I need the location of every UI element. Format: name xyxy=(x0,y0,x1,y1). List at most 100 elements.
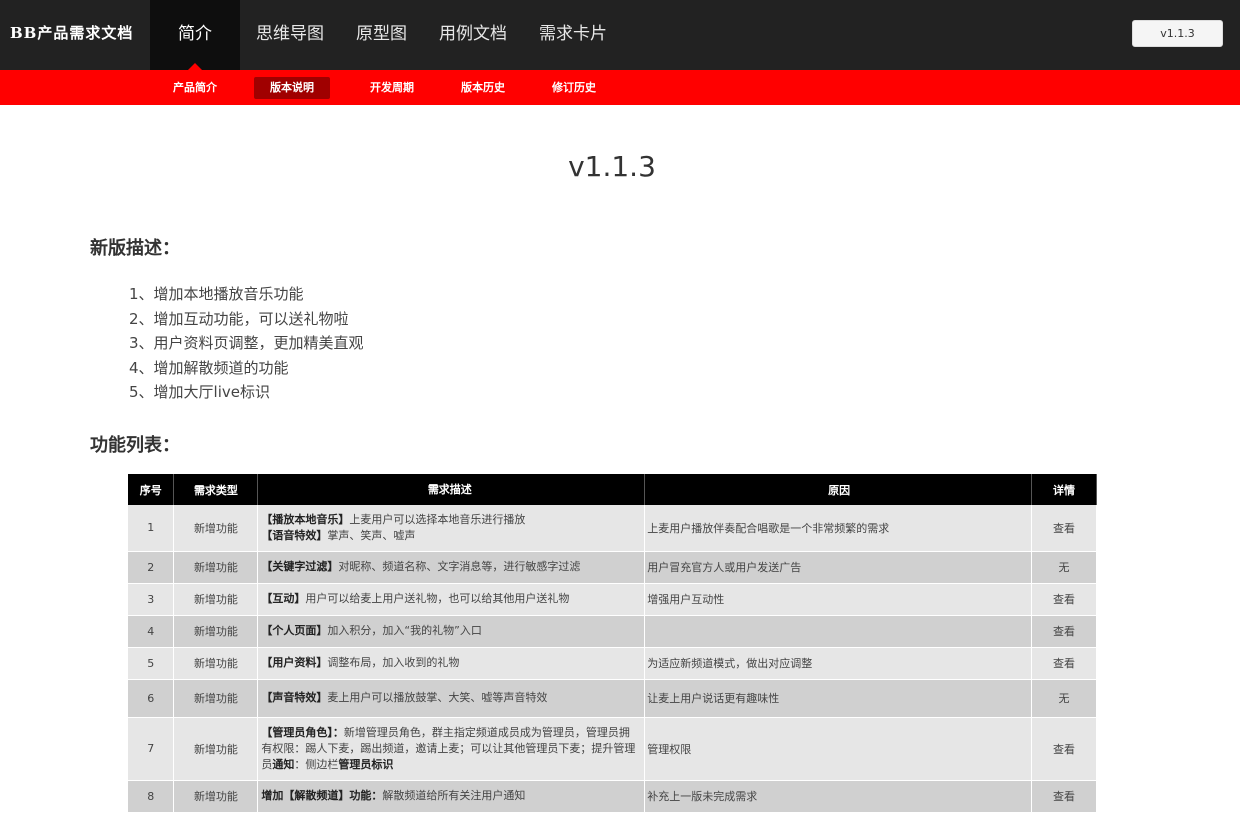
page-title: v1.1.3 xyxy=(568,150,656,183)
cell-detail-link[interactable]: 查看 xyxy=(1031,615,1097,648)
description-tag: 【声音特效】 xyxy=(261,691,328,704)
brand-logo[interactable]: BB产品需求文档 xyxy=(10,0,133,70)
sub-nav: 产品简介 版本说明 开发周期 版本历史 修订历史 xyxy=(163,77,633,99)
column-header: 需求类型 xyxy=(173,474,259,505)
cell-type: 新增功能 xyxy=(173,505,259,552)
cell-reason xyxy=(644,615,1032,648)
description-text: 解散频道给所有关注用户通知 xyxy=(382,789,526,802)
cell-detail-link[interactable]: 查看 xyxy=(1031,583,1097,616)
list-item: 1、增加本地播放音乐功能 xyxy=(129,285,304,303)
cell-index: 4 xyxy=(128,615,175,648)
cell-detail-link[interactable]: 查看 xyxy=(1031,717,1097,781)
cell-description: 【声音特效】麦上用户可以播放鼓掌、大笑、嘘等声音特效 xyxy=(257,679,646,718)
table-row: 3 新增功能 【互动】用户可以给麦上用户送礼物，也可以给其他用户送礼物 增强用户互动性… xyxy=(128,583,1097,616)
cell-reason: 增强用户互动性 xyxy=(644,583,1032,616)
cell-reason: 管理权限 xyxy=(644,717,1032,781)
table-row: 7 新增功能 【管理员角色】：新增管理员角色，群主指定频道成员成为管理员，管理员拥有… xyxy=(128,717,1097,781)
nav-item-3[interactable]: 用例文档 xyxy=(423,0,523,70)
list-item: 3、用户资料页调整，更加精美直观 xyxy=(129,334,364,352)
cell-description: 增加【解散频道】功能：解散频道给所有关注用户通知 xyxy=(257,780,646,813)
cell-reason: 让麦上用户说话更有趣味性 xyxy=(644,679,1032,718)
column-header: 原因 xyxy=(644,474,1032,505)
cell-type: 新增功能 xyxy=(173,551,259,584)
subnav-item-3[interactable]: 版本历史 xyxy=(451,77,515,99)
list-item: 5、增加大厅live标识 xyxy=(129,383,270,401)
description-tag: 【互动】 xyxy=(261,592,306,605)
table-row: 5 新增功能 【用户资料】调整布局，加入收到的礼物 为适应新频道模式，做出对应调整 查看 xyxy=(128,647,1097,680)
nav-item-0[interactable]: 简介 xyxy=(150,0,240,70)
table-row: 6 新增功能 【声音特效】麦上用户可以播放鼓掌、大笑、嘘等声音特效 让麦上用户说话更有… xyxy=(128,679,1097,718)
description-text: ：侧边栏 xyxy=(294,757,339,771)
subnav-item-0[interactable]: 产品简介 xyxy=(163,77,227,99)
description-text: 麦上用户可以播放鼓掌、大笑、嘘等声音特效 xyxy=(327,691,548,704)
description-tag: 【管理员角色】： xyxy=(261,725,344,739)
column-header: 详情 xyxy=(1031,474,1097,505)
cell-index: 7 xyxy=(128,717,175,781)
column-header: 序号 xyxy=(128,474,175,505)
cell-index: 5 xyxy=(128,647,175,680)
cell-description: 【个人页面】加入积分，加入“我的礼物”入口 xyxy=(257,615,646,648)
description-tag: 【关键字过滤】 xyxy=(261,560,339,573)
description-text: 加入积分，加入“我的礼物”入口 xyxy=(327,624,482,637)
cell-index: 8 xyxy=(128,780,175,813)
cell-type: 新增功能 xyxy=(173,780,259,813)
cell-index: 1 xyxy=(128,505,175,552)
table-row: 4 新增功能 【个人页面】加入积分，加入“我的礼物”入口 查看 xyxy=(128,615,1097,648)
description-text: 用户可以给麦上用户送礼物，也可以给其他用户送礼物 xyxy=(305,592,570,605)
feature-table: 序号 需求类型 需求描述 原因 详情 1 新增功能 【播放本地音乐】上麦用户可以选择本地音乐… xyxy=(128,474,1097,813)
table-row: 8 新增功能 增加【解散频道】功能：解散频道给所有关注用户通知 补充上一版未完成需求查… xyxy=(128,780,1097,813)
description-tag: 通知 xyxy=(272,757,295,771)
cell-detail-link: 无 xyxy=(1031,679,1097,718)
description-tag: 【播放本地音乐】 xyxy=(261,512,350,526)
cell-index: 6 xyxy=(128,679,175,718)
description-text: 调整布局，加入收到的礼物 xyxy=(327,656,460,669)
table-row: 1 新增功能 【播放本地音乐】上麦用户可以选择本地音乐进行播放【语音特效】掌声、笑声… xyxy=(128,505,1097,552)
sub-nav-bar: 产品简介 版本说明 开发周期 版本历史 修订历史 xyxy=(0,70,1240,105)
nav-item-4[interactable]: 需求卡片 xyxy=(523,0,623,70)
description-tag: 管理员标识 xyxy=(338,757,394,771)
cell-detail-link[interactable]: 查看 xyxy=(1031,505,1097,552)
description-text: 掌声、笑声、嘘声 xyxy=(327,528,416,542)
cell-reason: 用户冒充官方人或用户发送广告 xyxy=(644,551,1032,584)
cell-description: 【管理员角色】：新增管理员角色，群主指定频道成员成为管理员，管理员拥有权限：踢人… xyxy=(257,717,646,781)
description-tag: 【个人页面】 xyxy=(261,624,328,637)
cell-type: 新增功能 xyxy=(173,679,259,718)
cell-type: 新增功能 xyxy=(173,647,259,680)
list-item: 4、增加解散频道的功能 xyxy=(129,358,289,377)
description-tag: 【用户资料】 xyxy=(261,656,328,669)
cell-detail-link: 无 xyxy=(1031,551,1097,584)
main-nav: 简介 思维导图 原型图 用例文档 需求卡片 xyxy=(150,0,623,70)
top-bar: BB产品需求文档 简介 思维导图 原型图 用例文档 需求卡片 v1.1.3 xyxy=(0,0,1240,70)
cell-index: 2 xyxy=(128,551,175,584)
cell-description: 【关键字过滤】对昵称、频道名称、文字消息等，进行敏感字过滤 xyxy=(257,551,646,584)
description-tag: 【语音特效】 xyxy=(261,528,328,542)
cell-description: 【用户资料】调整布局，加入收到的礼物 xyxy=(257,647,646,680)
cell-reason: 补充上一版未完成需求 xyxy=(644,780,1032,813)
cell-reason: 上麦用户播放伴奏配合唱歌是一个非常频繁的需求 xyxy=(644,505,1032,552)
cell-description: 【播放本地音乐】上麦用户可以选择本地音乐进行播放【语音特效】掌声、笑声、嘘声 xyxy=(257,505,646,552)
cell-description: 【互动】用户可以给麦上用户送礼物，也可以给其他用户送礼物 xyxy=(257,583,646,616)
new-desc-heading: 新版描述： xyxy=(90,238,180,259)
list-item: 2、增加互动功能，可以送礼物啦 xyxy=(129,309,349,328)
subnav-item-4[interactable]: 修订历史 xyxy=(542,77,606,99)
cell-type: 新增功能 xyxy=(173,717,259,781)
description-text: 对昵称、频道名称、文字消息等，进行敏感字过滤 xyxy=(338,560,581,573)
subnav-item-2[interactable]: 开发周期 xyxy=(360,77,424,99)
nav-item-1[interactable]: 思维导图 xyxy=(240,0,340,70)
cell-index: 3 xyxy=(128,583,175,616)
cell-detail-link[interactable]: 查看 xyxy=(1031,780,1097,813)
feature-list-heading: 功能列表： xyxy=(90,435,180,456)
nav-item-2[interactable]: 原型图 xyxy=(340,0,423,70)
table-row: 2 新增功能 【关键字过滤】对昵称、频道名称、文字消息等，进行敏感字过滤 用户冒充官方… xyxy=(128,551,1097,584)
subnav-item-1[interactable]: 版本说明 xyxy=(254,77,330,99)
cell-type: 新增功能 xyxy=(173,583,259,616)
description-tag: 增加【解散频道】功能： xyxy=(261,789,383,802)
cell-detail-link[interactable]: 查看 xyxy=(1031,647,1097,680)
description-text: 上麦用户可以选择本地音乐进行播放 xyxy=(349,512,526,526)
version-button[interactable]: v1.1.3 xyxy=(1132,20,1223,47)
cell-reason: 为适应新频道模式，做出对应调整 xyxy=(644,647,1032,680)
cell-type: 新增功能 xyxy=(173,615,259,648)
table-header-row: 序号 需求类型 需求描述 原因 详情 xyxy=(128,474,1097,505)
new-desc-list: 1、增加本地播放音乐功能 2、增加互动功能，可以送礼物啦 3、用户资料页调整，更加精… xyxy=(129,282,364,405)
column-header: 需求描述 xyxy=(257,474,646,505)
